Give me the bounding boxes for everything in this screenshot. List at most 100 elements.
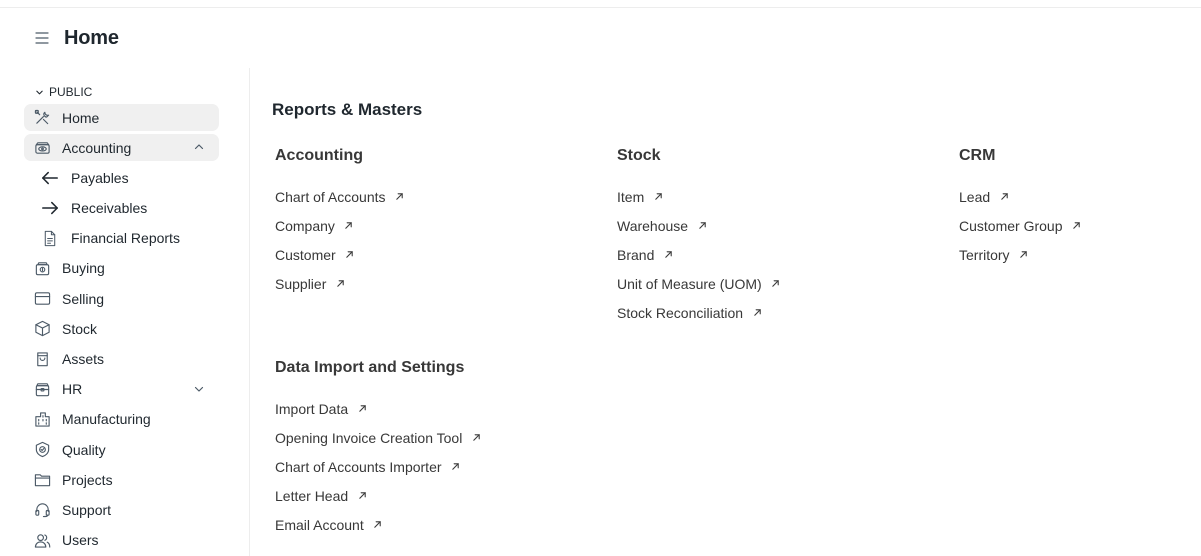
- arrow-up-right-icon: [663, 250, 673, 260]
- purchase-icon: [33, 259, 51, 277]
- link-warehouse[interactable]: Warehouse: [617, 211, 937, 240]
- arrow-up-right-icon: [1071, 221, 1081, 231]
- link-label: Email Account: [275, 516, 364, 533]
- link-letter-head[interactable]: Letter Head: [275, 481, 595, 510]
- sidebar-item-support[interactable]: Support: [24, 496, 219, 523]
- link-label: Customer Group: [959, 217, 1063, 234]
- link-company[interactable]: Company: [275, 211, 595, 240]
- link-label: Letter Head: [275, 487, 349, 504]
- arrow-up-right-icon: [752, 308, 762, 318]
- sidebar-item-label: Buying: [62, 260, 105, 277]
- link-customer[interactable]: Customer: [275, 240, 595, 269]
- link-stock-reconciliation[interactable]: Stock Reconciliation: [617, 298, 937, 327]
- card-icon: [33, 290, 51, 308]
- arrow-up-right-icon: [471, 433, 481, 443]
- link-opening-invoice-creation-tool[interactable]: Opening Invoice Creation Tool: [275, 423, 595, 452]
- link-label: Warehouse: [617, 217, 689, 234]
- link-customer-group[interactable]: Customer Group: [959, 211, 1189, 240]
- sidebar-item-users[interactable]: Users: [24, 527, 219, 554]
- card-data-import-and-settings: Data Import and Settings Import Data Ope…: [275, 357, 595, 539]
- sidebar-item-home[interactable]: Home: [24, 104, 219, 131]
- sidebar-item-accounting[interactable]: Accounting: [24, 134, 219, 162]
- sidebar-item-assets[interactable]: Assets: [24, 346, 219, 373]
- document-icon: [41, 229, 59, 247]
- arrow-up-right-icon: [697, 221, 707, 231]
- arrow-up-right-icon: [344, 221, 354, 231]
- link-chart-of-accounts[interactable]: Chart of Accounts: [275, 182, 595, 211]
- link-email-account[interactable]: Email Account: [275, 510, 595, 539]
- card-title: Data Import and Settings: [275, 359, 465, 376]
- sidebar-item-label: Quality: [62, 441, 106, 458]
- sidebar-item-manufacturing[interactable]: Manufacturing: [24, 406, 219, 433]
- link-label: Chart of Accounts Importer: [275, 458, 442, 475]
- link-label: Territory: [959, 246, 1010, 263]
- link-label: Brand: [617, 246, 655, 263]
- link-label: Customer: [275, 246, 336, 263]
- sidebar-item-label: HR: [62, 381, 83, 398]
- arrow-right-icon: [41, 199, 59, 217]
- link-item[interactable]: Item: [617, 182, 937, 211]
- link-unit-of-measure[interactable]: Unit of Measure (UOM): [617, 269, 937, 298]
- link-label: Supplier: [275, 275, 327, 292]
- link-label: Import Data: [275, 400, 349, 417]
- link-label: Chart of Accounts: [275, 188, 386, 205]
- link-chart-of-accounts-importer[interactable]: Chart of Accounts Importer: [275, 452, 595, 481]
- sidebar-item-label: Financial Reports: [71, 230, 180, 247]
- money-eye-icon: [33, 139, 51, 157]
- sidebar-item-payables[interactable]: Payables: [24, 164, 219, 191]
- cube-icon: [33, 320, 51, 338]
- link-label: Company: [275, 217, 335, 234]
- sidebar-item-selling[interactable]: Selling: [24, 285, 219, 312]
- link-label: Stock Reconciliation: [617, 304, 744, 321]
- sidebar-item-label: Support: [62, 501, 112, 518]
- sidebar-section-public[interactable]: PUBLIC: [24, 80, 219, 104]
- link-label: Unit of Measure (UOM): [617, 275, 762, 292]
- chevron-down-icon: [36, 90, 43, 94]
- arrow-up-right-icon: [345, 250, 355, 260]
- link-label: Item: [617, 188, 645, 205]
- card-stock: Stock Item Warehouse Brand Unit of Measu…: [617, 145, 937, 327]
- tools-icon: [33, 109, 51, 127]
- sidebar-item-label: Payables: [71, 169, 129, 186]
- headset-icon: [33, 501, 51, 519]
- sidebar: PUBLIC Home Accounting Payables Receivab…: [24, 80, 219, 556]
- link-brand[interactable]: Brand: [617, 240, 937, 269]
- arrow-up-right-icon: [357, 404, 367, 414]
- sidebar-item-buying[interactable]: Buying: [24, 255, 219, 282]
- sidebar-item-label: Assets: [62, 351, 105, 367]
- briefcase-icon: [33, 380, 51, 398]
- sidebar-item-receivables[interactable]: Receivables: [24, 195, 219, 222]
- link-label: Lead: [959, 188, 991, 205]
- arrow-up-right-icon: [357, 491, 367, 501]
- link-lead[interactable]: Lead: [959, 182, 1189, 211]
- sidebar-item-label: Manufacturing: [62, 411, 151, 428]
- link-label: Opening Invoice Creation Tool: [275, 429, 463, 446]
- sidebar-item-financial-reports[interactable]: Financial Reports: [24, 225, 219, 252]
- hamburger-icon[interactable]: [34, 30, 50, 46]
- arrow-up-right-icon: [1019, 250, 1029, 260]
- arrow-up-right-icon: [451, 462, 461, 472]
- chevron-down-icon[interactable]: [193, 383, 205, 395]
- sidebar-item-hr[interactable]: HR: [24, 376, 219, 403]
- factory-icon: [33, 410, 51, 428]
- link-supplier[interactable]: Supplier: [275, 269, 595, 298]
- page-title: Home: [64, 26, 119, 49]
- chevron-up-icon[interactable]: [193, 141, 205, 153]
- reports-masters-heading: Reports & Masters: [272, 100, 423, 119]
- page-header: Home: [34, 24, 119, 52]
- sidebar-section-label: PUBLIC: [49, 85, 93, 99]
- card-crm: CRM Lead Customer Group Territory: [959, 145, 1189, 269]
- sidebar-item-label: Projects: [62, 471, 113, 488]
- sidebar-item-projects[interactable]: Projects: [24, 466, 219, 493]
- card-title: CRM: [959, 147, 996, 164]
- link-territory[interactable]: Territory: [959, 240, 1189, 269]
- sidebar-item-label: Home: [62, 109, 100, 126]
- sidebar-item-label: Receivables: [71, 200, 148, 217]
- bag-icon: [33, 350, 51, 368]
- folder-icon: [33, 471, 51, 489]
- sidebar-item-quality[interactable]: Quality: [24, 436, 219, 463]
- sidebar-item-stock[interactable]: Stock: [24, 315, 219, 342]
- arrow-left-icon: [41, 169, 59, 187]
- link-import-data[interactable]: Import Data: [275, 394, 595, 423]
- sidebar-divider: [249, 68, 250, 556]
